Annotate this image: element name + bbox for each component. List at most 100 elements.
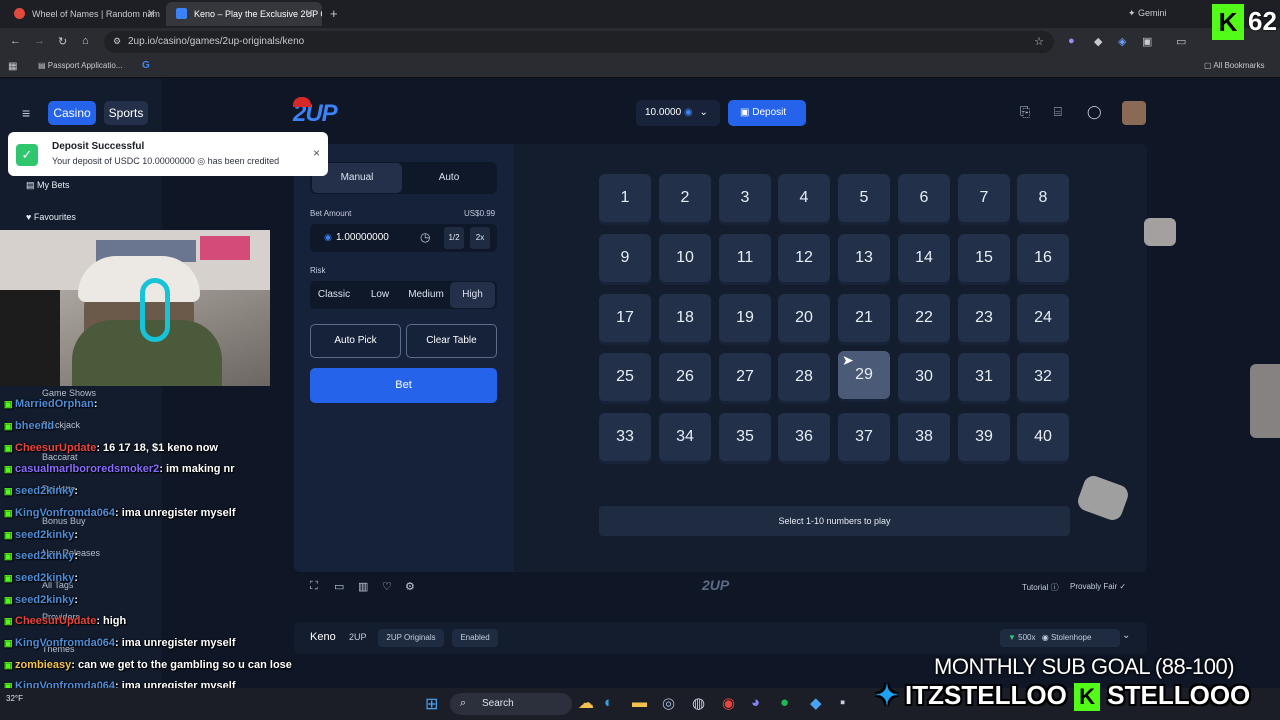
keno-number-28[interactable]: 28 bbox=[778, 353, 830, 401]
edge-icon[interactable]: ◐ bbox=[604, 694, 613, 711]
keno-number-1[interactable]: 1 bbox=[599, 174, 651, 222]
chat-username[interactable]: seed2kinky bbox=[15, 485, 74, 497]
chat-username[interactable]: CheesurUpdate bbox=[15, 442, 96, 454]
browser-tab-wheel[interactable]: Wheel of Names | Random nam ✕ bbox=[4, 2, 164, 26]
chat-username[interactable]: bheend bbox=[15, 420, 54, 432]
gemini-button[interactable]: ✦ Gemini bbox=[1128, 8, 1167, 19]
keno-number-16[interactable]: 16 bbox=[1017, 234, 1069, 282]
keno-number-11[interactable]: 11 bbox=[719, 234, 771, 282]
keno-number-35[interactable]: 35 bbox=[719, 413, 771, 461]
bet-button[interactable]: Bet bbox=[310, 368, 497, 403]
nav-casino-button[interactable]: Casino bbox=[48, 101, 96, 125]
nav-favourites[interactable]: ♥ Favourites bbox=[26, 212, 76, 222]
keno-number-33[interactable]: 33 bbox=[599, 413, 651, 461]
sidepanel-icon[interactable]: ▭ bbox=[1176, 35, 1186, 48]
settings-gear-icon[interactable]: ⚙ bbox=[405, 580, 415, 593]
keno-number-34[interactable]: 34 bbox=[659, 413, 711, 461]
file-explorer-icon[interactable]: ▬ bbox=[632, 694, 647, 711]
keno-number-24[interactable]: 24 bbox=[1017, 294, 1069, 342]
favourite-heart-icon[interactable]: ♡ bbox=[382, 580, 392, 593]
nav-my-bets[interactable]: ▤ My Bets bbox=[26, 180, 70, 191]
tag-originals[interactable]: 2UP Originals bbox=[378, 629, 444, 647]
stats-icon[interactable]: ▥ bbox=[358, 580, 368, 593]
deposit-button[interactable]: ▣ Deposit bbox=[728, 100, 806, 126]
browser-tab-keno[interactable]: Keno – Play the Exclusive 2UP O ✕ bbox=[166, 2, 322, 26]
chat-username[interactable]: seed2kinky bbox=[15, 550, 74, 562]
keno-number-21[interactable]: 21 bbox=[838, 294, 890, 342]
gift-icon[interactable]: ⌸ bbox=[1054, 104, 1062, 120]
provably-fair-link[interactable]: Provably Fair ✓ bbox=[1070, 582, 1126, 591]
keno-number-19[interactable]: 19 bbox=[719, 294, 771, 342]
keno-number-31[interactable]: 31 bbox=[958, 353, 1010, 401]
chat-username[interactable]: KingVonfromda064 bbox=[15, 637, 115, 649]
keno-number-4[interactable]: 4 bbox=[778, 174, 830, 222]
nav-sports-button[interactable]: Sports bbox=[104, 101, 148, 125]
extension-icon[interactable]: ◆ bbox=[1094, 35, 1102, 48]
chat-username[interactable]: seed2kinky bbox=[15, 572, 74, 584]
app-icon[interactable]: ◍ bbox=[692, 694, 705, 712]
extensions-puzzle-icon[interactable]: ▣ bbox=[1142, 35, 1152, 48]
keno-number-26[interactable]: 26 bbox=[659, 353, 711, 401]
auto-pick-button[interactable]: Auto Pick bbox=[310, 324, 401, 358]
keno-number-6[interactable]: 6 bbox=[898, 174, 950, 222]
chevron-down-icon[interactable]: ⌄ bbox=[1122, 630, 1130, 641]
weather-widget[interactable]: 32°F bbox=[6, 694, 23, 703]
keno-number-32[interactable]: 32 bbox=[1017, 353, 1069, 401]
history-icon[interactable]: ◷ bbox=[420, 230, 430, 244]
close-tab-icon[interactable]: ✕ bbox=[305, 7, 314, 20]
fullscreen-icon[interactable]: ⛶ bbox=[310, 580, 318, 593]
keno-number-23[interactable]: 23 bbox=[958, 294, 1010, 342]
windows-start-icon[interactable]: ⊞ bbox=[425, 694, 438, 714]
chat-username[interactable]: KingVonfromda064 bbox=[15, 507, 115, 519]
back-icon[interactable]: ← bbox=[10, 35, 21, 47]
keno-number-8[interactable]: 8 bbox=[1017, 174, 1069, 222]
chat-username[interactable]: casualmarlbororedsmoker2 bbox=[15, 463, 159, 475]
bookmark-star-icon[interactable]: ☆ bbox=[1034, 35, 1044, 48]
site-info-icon[interactable]: ⚙ bbox=[113, 36, 121, 47]
chrome-icon[interactable]: ◉ bbox=[722, 694, 735, 712]
bookmark-passport[interactable]: ▤ Passport Applicatio... bbox=[38, 61, 123, 70]
extension-icon[interactable]: ◈ bbox=[1118, 35, 1126, 48]
tab-auto[interactable]: Auto bbox=[404, 163, 494, 193]
keno-number-2[interactable]: 2 bbox=[659, 174, 711, 222]
nav-game-shows[interactable]: Game Shows bbox=[42, 388, 96, 398]
keno-number-40[interactable]: 40 bbox=[1017, 413, 1069, 461]
keno-number-9[interactable]: 9 bbox=[599, 234, 651, 282]
bet-amount-field[interactable]: ◉ 1.00000000 ◷ 1/2 2x bbox=[310, 224, 497, 252]
new-tab-button[interactable]: + bbox=[330, 6, 338, 21]
keno-number-15[interactable]: 15 bbox=[958, 234, 1010, 282]
keno-number-10[interactable]: 10 bbox=[659, 234, 711, 282]
keno-number-3[interactable]: 3 bbox=[719, 174, 771, 222]
chat-username[interactable]: zombieasy bbox=[15, 659, 71, 671]
toast-close-button[interactable]: × bbox=[313, 146, 320, 160]
site-logo[interactable]: 2UP bbox=[293, 97, 338, 128]
keno-number-20[interactable]: 20 bbox=[778, 294, 830, 342]
keno-number-36[interactable]: 36 bbox=[778, 413, 830, 461]
keno-number-18[interactable]: 18 bbox=[659, 294, 711, 342]
balance-dropdown[interactable]: 10.0000 ◉ ⌄ bbox=[636, 100, 720, 126]
keno-number-27[interactable]: 27 bbox=[719, 353, 771, 401]
keno-number-38[interactable]: 38 bbox=[898, 413, 950, 461]
risk-medium[interactable]: Medium bbox=[403, 281, 449, 309]
keno-number-5[interactable]: 5 bbox=[838, 174, 890, 222]
menu-hamburger-icon[interactable]: ≡ bbox=[22, 105, 30, 121]
keno-number-17[interactable]: 17 bbox=[599, 294, 651, 342]
risk-low[interactable]: Low bbox=[358, 281, 402, 309]
tutorial-link[interactable]: Tutorial ⓘ bbox=[1022, 582, 1059, 593]
chat-username[interactable]: CheesurUpdate bbox=[15, 615, 96, 627]
game-provider[interactable]: 2UP bbox=[349, 632, 367, 642]
discord-icon[interactable]: ◕ bbox=[751, 694, 760, 711]
chat-username[interactable]: seed2kinky bbox=[15, 529, 74, 541]
half-bet-button[interactable]: 1/2 bbox=[444, 227, 464, 249]
taskbar-search[interactable]: ⌕ Search bbox=[450, 693, 572, 715]
google-icon[interactable]: G bbox=[142, 60, 150, 71]
risk-high[interactable]: High bbox=[450, 282, 495, 308]
app-icon[interactable]: ◆ bbox=[810, 694, 822, 712]
apps-grid-icon[interactable]: ▦ bbox=[8, 61, 17, 72]
keno-number-7[interactable]: 7 bbox=[958, 174, 1010, 222]
keno-number-37[interactable]: 37 bbox=[838, 413, 890, 461]
avatar[interactable] bbox=[1122, 101, 1146, 125]
keno-number-14[interactable]: 14 bbox=[898, 234, 950, 282]
address-bar[interactable]: ⚙ 2up.io/casino/games/2up-originals/keno… bbox=[104, 31, 1054, 53]
clear-table-button[interactable]: Clear Table bbox=[406, 324, 497, 358]
